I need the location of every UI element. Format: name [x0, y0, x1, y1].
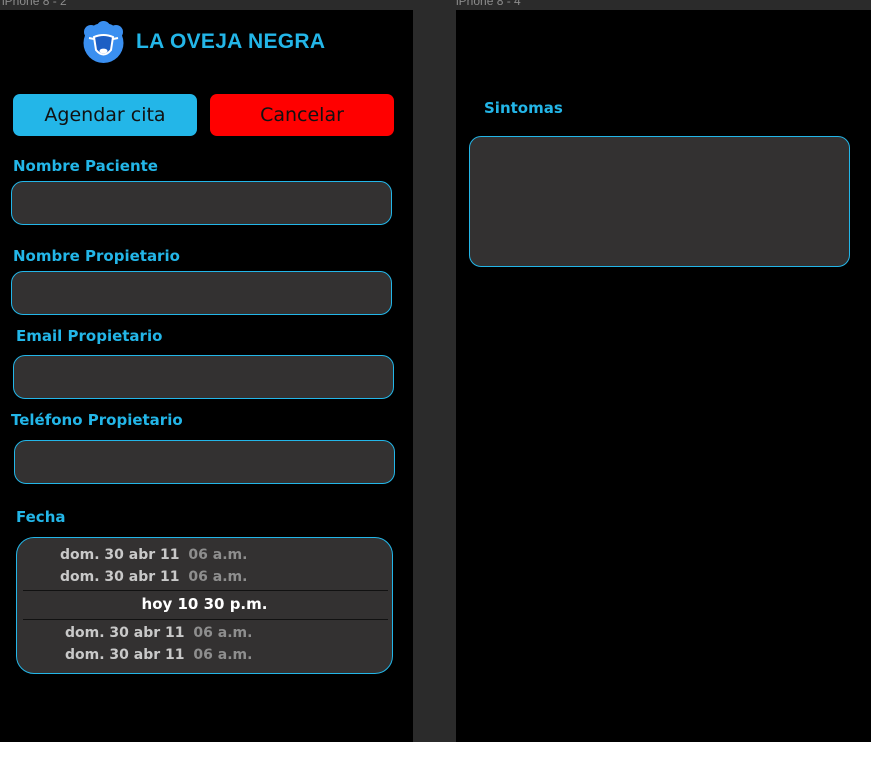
- sheep-icon: [83, 21, 124, 63]
- owner-email-label: Email Propietario: [16, 327, 163, 345]
- frame-title-left: iPhone 8 - 2: [2, 0, 67, 8]
- design-canvas: iPhone 8 - 2 iPhone 8 - 4 LA OVEJA NEGRA…: [0, 0, 871, 742]
- schedule-appointment-button[interactable]: Agendar cita: [13, 94, 197, 136]
- frame-title-right: iPhone 8 - 4: [456, 0, 521, 8]
- owner-phone-input[interactable]: [14, 440, 395, 484]
- picker-selection-bottom-line: [23, 619, 388, 620]
- picker-row[interactable]: dom. 30 abr 11 06 a.m.: [65, 647, 252, 663]
- date-time-picker[interactable]: dom. 30 abr 11 06 a.m. dom. 30 abr 11 06…: [16, 537, 393, 674]
- cancel-button[interactable]: Cancelar: [210, 94, 394, 136]
- brand-header: LA OVEJA NEGRA: [81, 20, 325, 64]
- patient-name-label: Nombre Paciente: [13, 157, 158, 175]
- patient-name-input[interactable]: [11, 181, 392, 225]
- picker-row[interactable]: dom. 30 abr 11 06 a.m.: [60, 547, 247, 563]
- symptoms-textarea[interactable]: [469, 136, 850, 267]
- picker-selection-top-line: [23, 590, 388, 591]
- owner-name-label: Nombre Propietario: [13, 247, 180, 265]
- picker-row[interactable]: dom. 30 abr 11 06 a.m.: [60, 569, 247, 585]
- owner-name-input[interactable]: [11, 271, 392, 315]
- brand-name: LA OVEJA NEGRA: [136, 30, 326, 53]
- date-label: Fecha: [16, 508, 66, 526]
- owner-phone-label: Teléfono Propietario: [11, 411, 183, 429]
- symptoms-label: Sintomas: [484, 99, 563, 117]
- symptoms-screen: [456, 10, 871, 742]
- picker-row[interactable]: dom. 30 abr 11 06 a.m.: [65, 625, 252, 641]
- picker-selected-value[interactable]: hoy 10 30 p.m.: [17, 595, 392, 613]
- owner-email-input[interactable]: [13, 355, 394, 399]
